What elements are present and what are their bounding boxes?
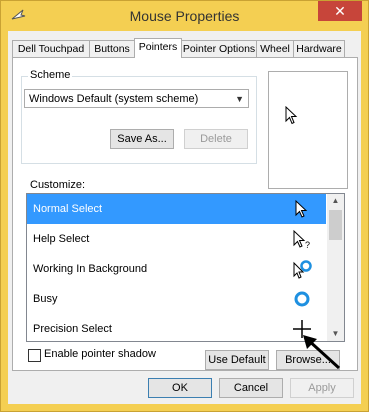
list-item-working-in-background[interactable]: Working In Background xyxy=(27,254,326,284)
window-title: Mouse Properties xyxy=(129,8,240,24)
tab-dell-touchpad[interactable]: Dell Touchpad xyxy=(12,40,90,57)
help-cursor-icon: ? xyxy=(293,229,310,249)
list-item-label: Precision Select xyxy=(33,323,112,335)
list-scrollbar[interactable]: ▲ ▼ xyxy=(327,194,344,341)
mouse-properties-window: Mouse Properties ✕ Dell Touchpad Buttons… xyxy=(0,0,369,412)
use-default-button[interactable]: Use Default xyxy=(205,350,269,370)
chevron-down-icon: ▼ xyxy=(235,94,244,104)
pointers-tab-panel: Scheme Windows Default (system scheme) ▼… xyxy=(12,57,358,371)
scheme-group: Scheme Windows Default (system scheme) ▼… xyxy=(21,69,257,164)
ok-button[interactable]: OK xyxy=(148,378,212,398)
arrow-cursor-icon xyxy=(295,199,308,218)
svg-text:?: ? xyxy=(305,240,310,249)
apply-button[interactable]: Apply xyxy=(290,378,354,398)
list-item-precision-select[interactable]: Precision Select xyxy=(27,314,326,341)
list-item-busy[interactable]: Busy xyxy=(27,284,326,314)
title-bar[interactable]: Mouse Properties ✕ xyxy=(1,1,368,31)
pointer-shadow-checkbox[interactable] xyxy=(28,349,41,362)
scheme-legend: Scheme xyxy=(28,69,73,81)
cursor-preview xyxy=(268,71,348,189)
close-button[interactable]: ✕ xyxy=(318,1,362,21)
list-item-label: Normal Select xyxy=(33,203,103,215)
list-item-help-select[interactable]: Help Select ? xyxy=(27,224,326,254)
scheme-dropdown[interactable]: Windows Default (system scheme) ▼ xyxy=(24,89,249,108)
customize-label: Customize: xyxy=(30,179,86,191)
arrow-cursor-icon xyxy=(285,106,298,125)
list-item-label: Help Select xyxy=(33,233,90,245)
tab-pointers[interactable]: Pointers xyxy=(134,38,182,58)
save-as-button[interactable]: Save As... xyxy=(110,129,174,149)
busy-cursor-icon xyxy=(294,291,310,307)
cancel-button[interactable]: Cancel xyxy=(219,378,283,398)
annotation-arrow-icon xyxy=(303,335,341,370)
tab-buttons[interactable]: Buttons xyxy=(89,40,135,57)
delete-button[interactable]: Delete xyxy=(184,129,248,149)
pointer-shadow-label: Enable pointer shadow xyxy=(44,348,156,360)
list-item-normal-select[interactable]: Normal Select xyxy=(27,194,326,224)
scroll-thumb[interactable] xyxy=(329,210,342,240)
working-cursor-icon xyxy=(293,260,312,279)
list-item-label: Working In Background xyxy=(33,263,148,275)
tab-pointer-options[interactable]: Pointer Options xyxy=(181,40,257,57)
list-item-label: Busy xyxy=(33,293,58,305)
scheme-dropdown-value: Windows Default (system scheme) xyxy=(29,93,199,105)
cursor-list[interactable]: Normal Select Help Select ? Working In B… xyxy=(26,193,345,342)
tab-hardware[interactable]: Hardware xyxy=(293,40,345,57)
tab-wheel[interactable]: Wheel xyxy=(256,40,294,57)
scroll-up-icon[interactable]: ▲ xyxy=(327,194,344,208)
